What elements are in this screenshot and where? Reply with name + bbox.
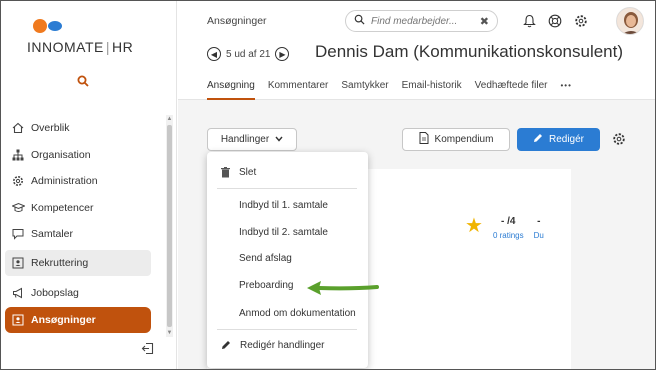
employee-search[interactable]: ✖ [345,10,498,32]
menu-item-label: Anmod om dokumentation [239,307,356,319]
search-icon [354,14,365,28]
header-icons [521,13,589,29]
sidebar-scrollbar[interactable]: ▲ ▼ [166,115,173,337]
own-rating-value: - [537,216,541,227]
sidebar-item-rekruttering[interactable]: Rekruttering [5,249,151,276]
help-lifebuoy-icon[interactable] [547,13,563,29]
page-title: Dennis Dam (Kommunikationskonsulent) [315,42,624,61]
actions-dropdown-button[interactable]: Handlinger [207,128,297,151]
logo-mark [33,19,62,33]
chat-icon [11,227,25,241]
tab-email-historik[interactable]: Email-historik [402,75,462,100]
app-window: INNOMATE | HR Overblik Organisation Admini… [0,0,656,370]
edit-button[interactable]: Redigér [517,128,600,151]
tab-kommentarer[interactable]: Kommentarer [268,75,329,100]
ratings-link[interactable]: 0 ratings [493,231,524,240]
compendium-label: Kompendium [434,134,494,145]
search-input[interactable] [371,15,469,27]
logo: INNOMATE | HR [27,17,167,57]
sidebar-item-samtaler[interactable]: Samtaler [5,221,151,248]
collapse-sidebar-icon[interactable] [141,342,155,356]
search-icon[interactable] [75,75,91,91]
sidebar-item-label: Samtaler [31,228,74,241]
sidebar-item-organisation[interactable]: Organisation [5,142,151,169]
previous-record-icon[interactable]: ◀ [207,47,221,61]
logo-suffix: HR [112,39,134,55]
record-pager: ◀ 5 ud af 21 ▶ [207,47,290,61]
clear-search-icon[interactable]: ✖ [480,15,489,28]
trash-icon [221,166,230,178]
rating-stat: - /4 0 ratings [493,216,524,240]
pencil-icon [221,340,231,350]
settings-gear-icon[interactable] [612,132,626,146]
sidebar-item-ansogninger[interactable]: Ansøgninger [5,306,151,333]
pencil-icon [533,133,543,146]
id-card-icon [11,256,25,270]
breadcrumb[interactable]: Ansøgninger [207,15,267,27]
menu-item-label: Indbyd til 1. samtale [239,199,328,211]
tab-samtykker[interactable]: Samtykker [341,75,388,100]
id-card-icon [11,313,25,327]
menu-divider [217,329,357,330]
sidebar-item-label: Jobopslag [31,287,79,300]
menu-item-label: Slet [239,166,257,178]
graduation-cap-icon [11,201,25,215]
scroll-up-arrow-icon[interactable]: ▲ [166,115,173,123]
megaphone-icon [11,286,25,300]
user-avatar[interactable] [616,7,644,35]
sidebar-item-overblik[interactable]: Overblik [5,115,151,142]
sidebar-item-label: Rekruttering [31,256,89,269]
sidebar-item-label: Kompetencer [31,201,94,214]
sidebar-item-kompetencer[interactable]: Kompetencer [5,195,151,222]
sidebar-item-label: Ansøgninger [31,313,96,326]
actions-label: Handlinger [220,134,270,145]
org-chart-icon [11,148,25,162]
sidebar-item-label: Organisation [31,148,91,161]
menu-item-edit-actions[interactable]: Redigér handlinger [207,333,368,357]
menu-item-label: Redigér handlinger [240,339,325,351]
chevron-down-icon [275,134,283,145]
pager-text: 5 ud af 21 [226,48,271,60]
gear-icon [11,174,25,188]
menu-item-label: Send afslag [239,252,292,264]
bell-icon[interactable] [521,13,537,29]
tab-vedhaeftede-filer[interactable]: Vedhæftede filer [475,75,548,100]
sidebar-item-label: Overblik [31,122,70,135]
menu-item-label: Indbyd til 2. samtale [239,226,328,238]
sidebar: INNOMATE | HR Overblik Organisation Admini… [1,1,177,369]
sidebar-item-label: Administration [31,175,98,188]
pdf-file-icon [419,132,429,147]
actions-menu: Slet Indbyd til 1. samtale Indbyd til 2.… [207,152,368,368]
logo-name: INNOMATE [27,39,104,55]
sidebar-item-administration[interactable]: Administration [5,168,151,195]
page-header: Ansøgninger ✖ ◀ 5 ud af 21 ▶ Dennis Dam … [178,1,655,100]
next-record-icon[interactable]: ▶ [275,47,290,61]
menu-item-send-rejection[interactable]: Send afslag [207,246,368,270]
edit-label: Redigér [548,134,585,145]
menu-item-label: Preboarding [239,279,294,291]
menu-item-request-documentation[interactable]: Anmod om dokumentation [207,301,368,325]
annotation-arrow-icon [307,281,379,295]
rating-value: - /4 [501,216,516,227]
own-rating-stat: - Du [534,216,544,240]
rating-stats: ★ - /4 0 ratings - Du [465,216,544,240]
home-icon [11,121,25,135]
own-rating-link[interactable]: Du [534,231,544,240]
scroll-down-arrow-icon[interactable]: ▼ [166,329,173,337]
tab-bar: Ansøgning Kommentarer Samtykker Email-hi… [207,75,585,100]
menu-item-delete[interactable]: Slet [207,160,368,184]
sidebar-nav: Overblik Organisation Administration Kom… [5,115,151,333]
more-tabs-button[interactable]: ••• [560,75,571,100]
scrollbar-thumb[interactable] [167,125,172,327]
logo-text: INNOMATE | HR [27,39,133,55]
menu-divider [217,188,357,189]
settings-gear-icon[interactable] [573,13,589,29]
tab-ansogning[interactable]: Ansøgning [207,75,255,100]
menu-item-invite-first-interview[interactable]: Indbyd til 1. samtale [207,193,368,217]
logo-divider: | [105,39,110,55]
sidebar-item-jobopslag[interactable]: Jobopslag [5,280,151,307]
menu-item-invite-second-interview[interactable]: Indbyd til 2. samtale [207,220,368,244]
compendium-button[interactable]: Kompendium [402,128,510,151]
star-icon: ★ [465,215,483,237]
